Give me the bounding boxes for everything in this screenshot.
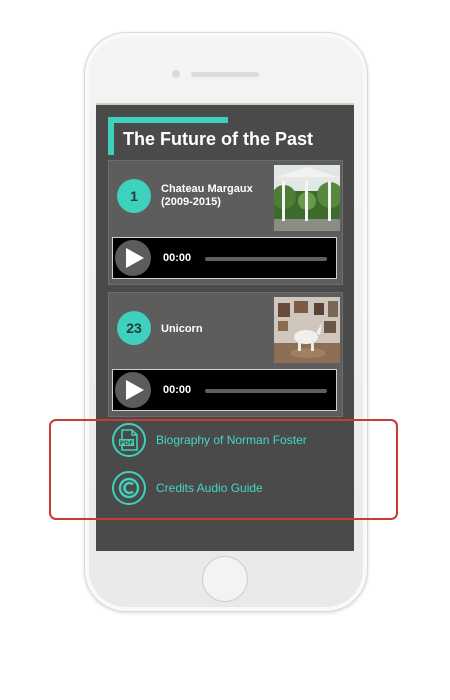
track-card[interactable]: 1 Chateau Margaux (2009-2015) 00:00 — [108, 160, 343, 285]
home-button[interactable] — [202, 556, 248, 602]
status-bar-line — [96, 103, 354, 105]
progress-bar[interactable] — [205, 257, 327, 261]
playback-time: 00:00 — [163, 252, 192, 264]
track-title[interactable]: Chateau Margaux (2009-2015) — [161, 183, 273, 209]
track-card[interactable]: 23 Unicorn 00:00 — [108, 292, 343, 417]
playback-time: 00:00 — [163, 384, 192, 396]
earpiece-speaker — [191, 72, 259, 77]
track-thumbnail[interactable] — [274, 165, 340, 231]
audio-player: 00:00 — [112, 237, 337, 279]
track-number-badge: 1 — [117, 179, 151, 213]
front-camera — [172, 70, 180, 78]
highlight-annotation-box — [49, 419, 398, 520]
play-icon — [126, 248, 144, 268]
title-accent-bar — [108, 117, 228, 123]
track-title[interactable]: Unicorn — [161, 323, 273, 336]
play-icon — [126, 380, 144, 400]
track-thumbnail[interactable] — [274, 297, 340, 363]
play-button[interactable] — [115, 372, 151, 408]
track-number-badge: 23 — [117, 311, 151, 345]
page-title: The Future of the Past — [123, 129, 314, 149]
play-button[interactable] — [115, 240, 151, 276]
progress-bar[interactable] — [205, 389, 327, 393]
title-side-bar — [108, 117, 114, 155]
audio-player: 00:00 — [112, 369, 337, 411]
